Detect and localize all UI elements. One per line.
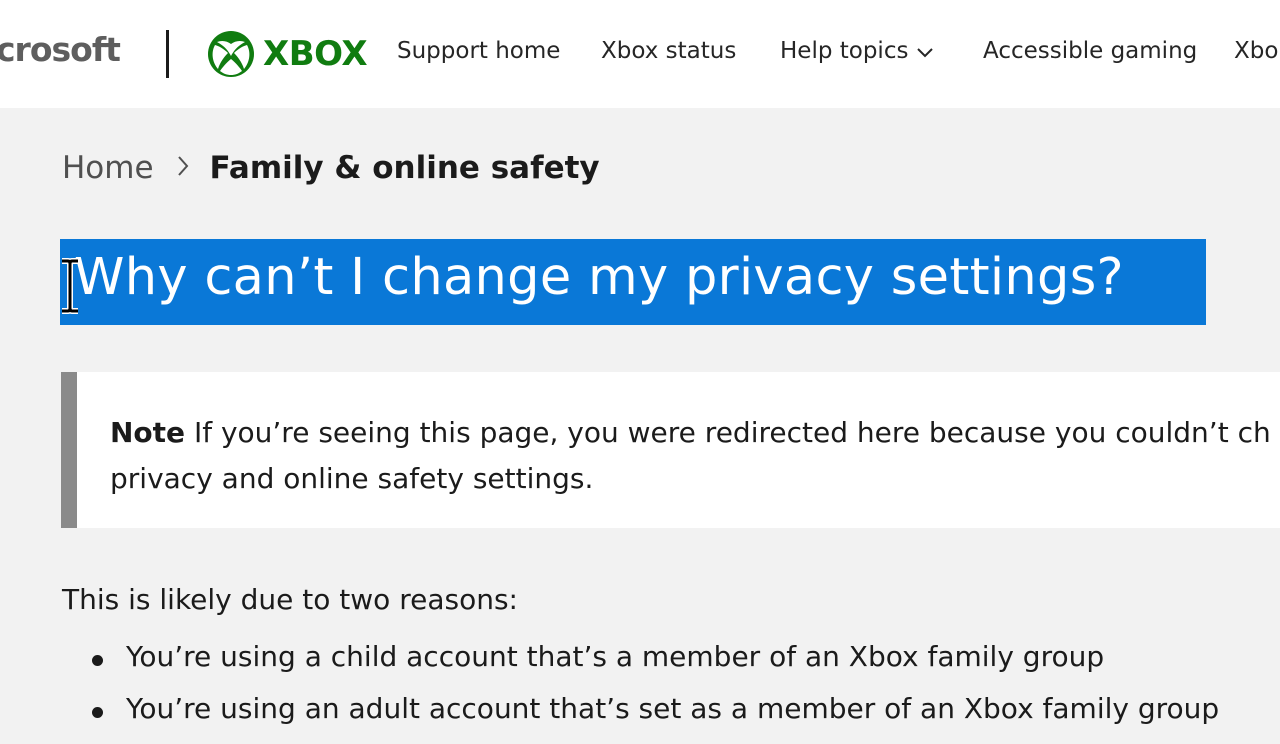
xbox-logo[interactable]: XBOX [207, 29, 368, 79]
list-item-text: You’re using an adult account that’s set… [126, 692, 1220, 725]
list-item: You’re using an adult account that’s set… [62, 692, 1219, 744]
bullet-icon [92, 655, 103, 666]
note-line-2: privacy and online safety settings. [110, 462, 594, 495]
nav-support-home[interactable]: Support home [397, 38, 560, 64]
note-callout: Note If you’re seeing this page, you wer… [61, 372, 1280, 528]
header-divider [166, 30, 169, 78]
nav-more-xbox[interactable]: Xbo [1234, 38, 1278, 64]
intro-paragraph: This is likely due to two reasons: [62, 583, 518, 616]
nav-accessible-gaming[interactable]: Accessible gaming [983, 38, 1197, 64]
note-accent-bar [61, 372, 77, 528]
note-label: Note [110, 416, 186, 449]
note-text: Note If you’re seeing this page, you wer… [110, 410, 1280, 502]
top-navigation-bar: crosoft XBOX Support home Xbox status He… [0, 0, 1280, 108]
microsoft-logo[interactable]: crosoft [0, 30, 121, 69]
breadcrumb-home-link[interactable]: Home [62, 150, 154, 186]
list-item: You’re using a child account that’s a me… [62, 640, 1219, 692]
text-cursor-icon [62, 258, 78, 314]
note-line-1: If you’re seeing this page, you were red… [185, 416, 1271, 449]
list-item-text: You’re using a child account that’s a me… [126, 640, 1105, 673]
nav-help-topics[interactable]: Help topics [780, 38, 934, 65]
page-title: Why can’t I change my privacy settings? [74, 248, 1124, 307]
chevron-right-icon [176, 150, 190, 186]
nav-help-topics-label: Help topics [780, 38, 909, 64]
breadcrumb: Home Family & online safety [62, 150, 600, 186]
xbox-sphere-icon [208, 31, 254, 77]
breadcrumb-current: Family & online safety [209, 150, 600, 186]
bullet-icon [92, 707, 103, 718]
xbox-wordmark: XBOX [263, 34, 368, 74]
chevron-down-icon [916, 39, 934, 65]
reasons-list: You’re using a child account that’s a me… [62, 640, 1219, 744]
nav-xbox-status[interactable]: Xbox status [601, 38, 736, 64]
